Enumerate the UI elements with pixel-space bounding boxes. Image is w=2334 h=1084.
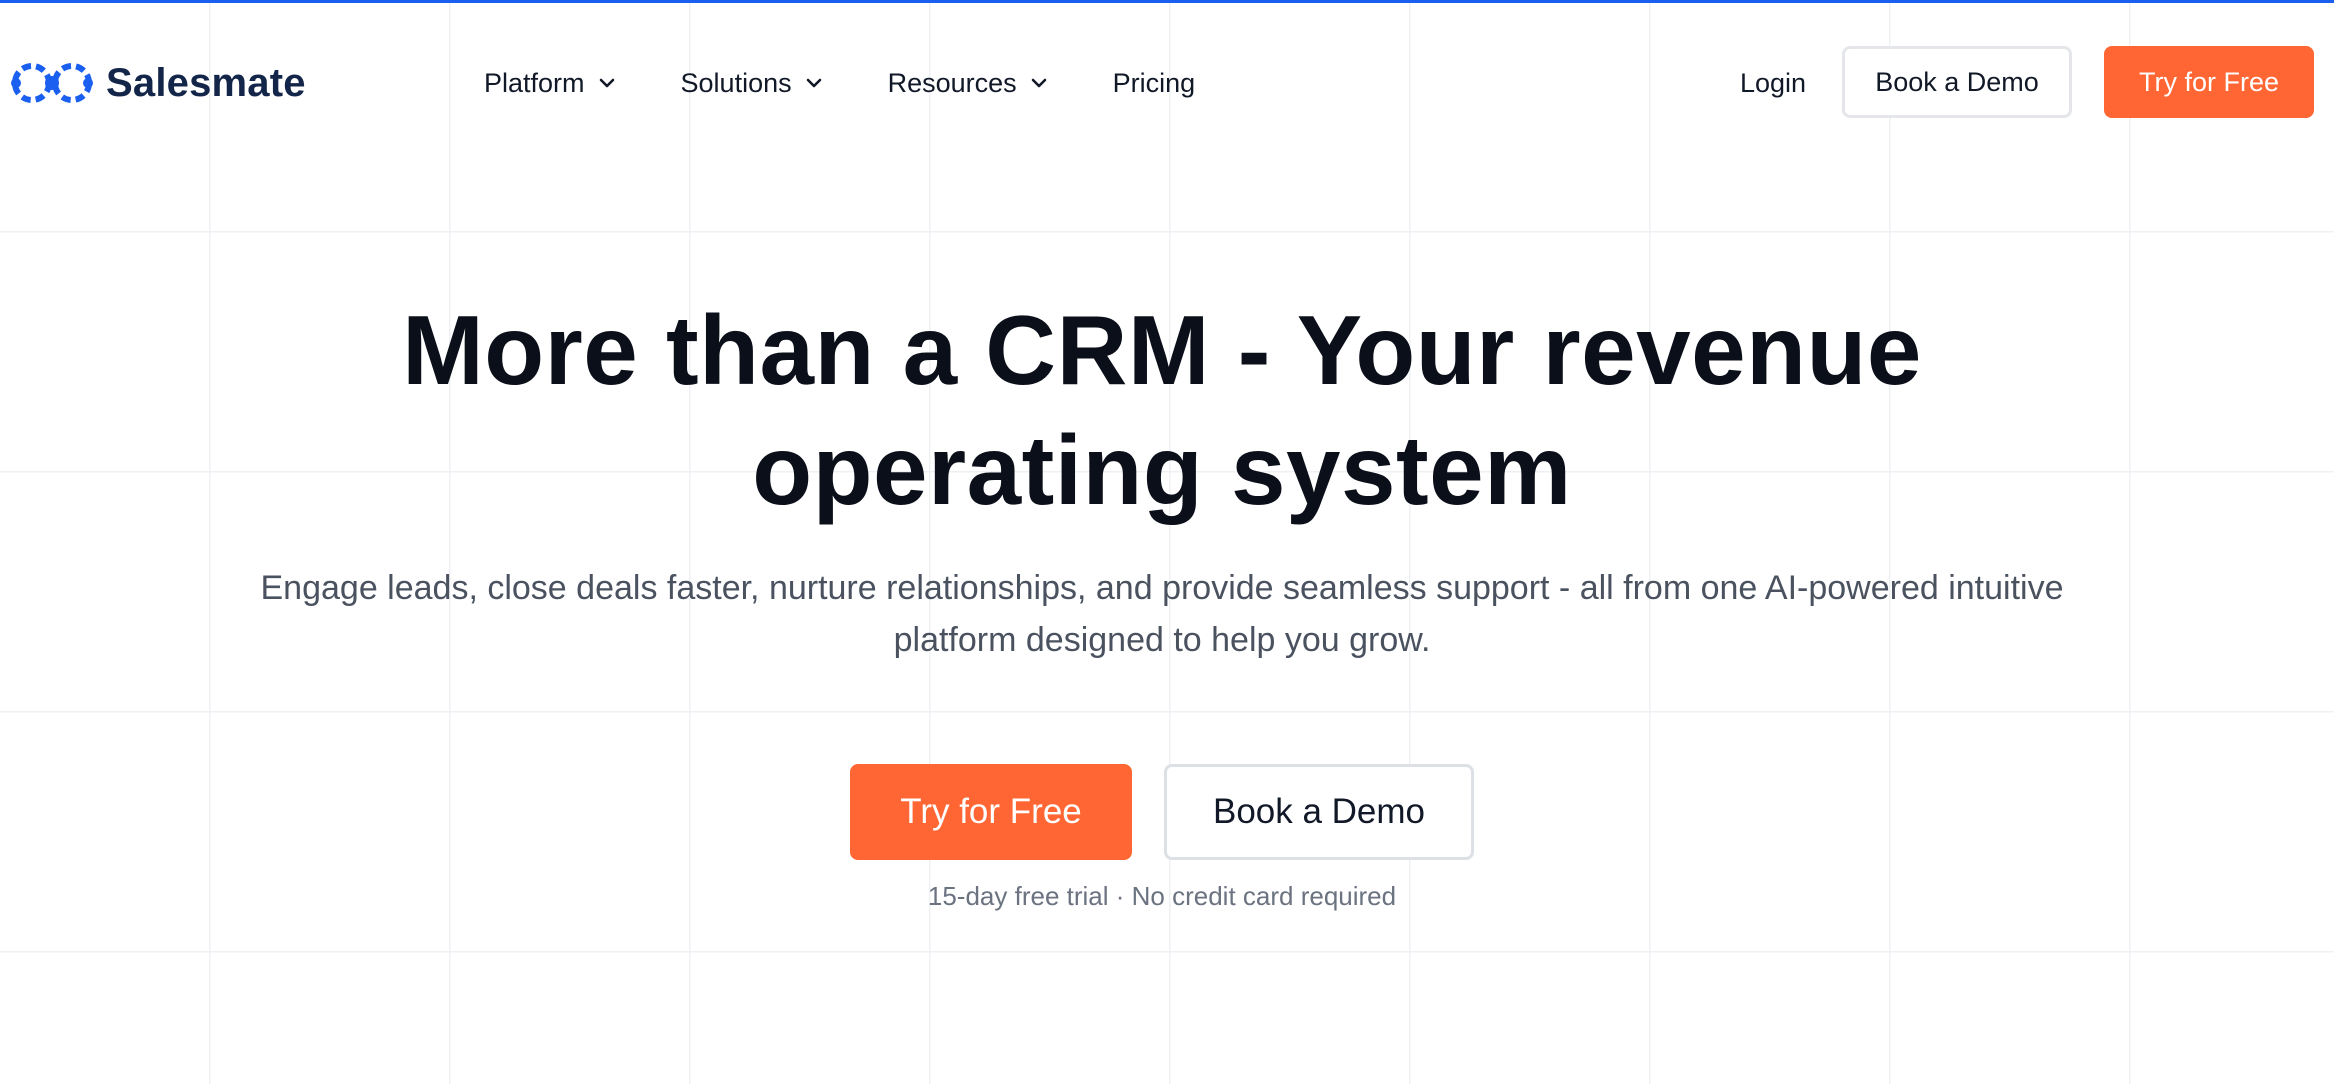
hero-title-line-1: More than a CRM - Your revenue [402,295,1922,405]
hero-subtitle-line-1: Engage leads, close deals faster, nurtur… [260,569,2064,607]
brand-logo[interactable]: Salesmate [10,57,306,109]
hero-subtitle: Engage leads, close deals faster, nurtur… [180,562,2144,666]
nav-item-label: Platform [484,67,585,98]
chevron-down-icon [1031,78,1047,88]
hero-book-demo-button[interactable]: Book a Demo [1164,764,1474,860]
nav-item-platform[interactable]: Platform [484,68,615,99]
nav-item-label: Solutions [680,67,792,98]
chevron-down-icon [806,78,822,88]
nav-item-pricing[interactable]: Pricing [1113,68,1196,99]
brand-name: Salesmate [106,60,306,105]
hero-subtitle-line-2: platform designed to help you grow. [893,621,1431,659]
hero-try-free-button[interactable]: Try for Free [850,764,1132,860]
login-link[interactable]: Login [1740,61,1806,105]
trial-note: 15-day free trial · No credit card requi… [927,881,1397,911]
background-grid [0,0,2334,1084]
salesmate-logo-icon [10,61,94,105]
book-demo-button[interactable]: Book a Demo [1842,46,2072,118]
hero-title: More than a CRM - Your revenue operating… [200,290,2124,530]
chevron-down-icon [599,78,615,88]
nav-item-resources[interactable]: Resources [888,68,1047,99]
nav-item-solutions[interactable]: Solutions [681,68,822,99]
page: Salesmate Platform Solutions Resources P… [0,0,2334,1084]
main-menu: Platform Solutions Resources Pricing [484,61,1195,105]
top-navigation: Salesmate Platform Solutions Resources P… [0,3,2334,155]
hero-title-line-2: operating system [752,415,1572,525]
nav-item-label: Pricing [1112,67,1196,98]
try-free-button[interactable]: Try for Free [2104,46,2314,118]
nav-item-label: Resources [887,67,1017,98]
